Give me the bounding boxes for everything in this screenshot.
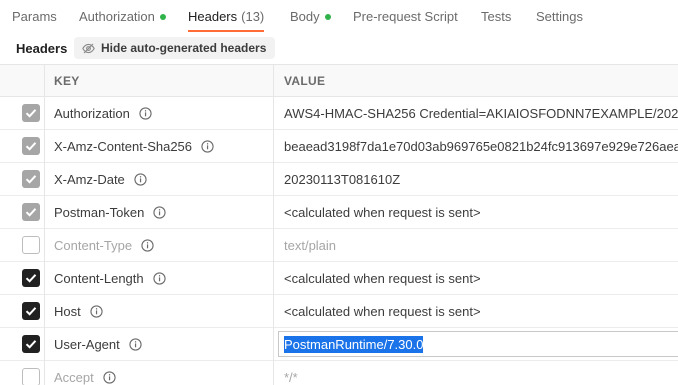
- header-key[interactable]: Host: [54, 295, 103, 327]
- info-icon[interactable]: [201, 139, 214, 153]
- checkmark-icon: [25, 274, 37, 283]
- row-checkbox[interactable]: [22, 269, 40, 287]
- info-icon[interactable]: [90, 304, 103, 318]
- status-dot-icon: [324, 13, 331, 20]
- column-divider[interactable]: [273, 64, 274, 385]
- column-divider: [44, 64, 45, 385]
- table-row: X-Amz-Content-Sha256 beaead3198f7da1e70d…: [0, 130, 678, 163]
- tab-label: Params: [12, 9, 57, 24]
- checkmark-icon: [25, 109, 37, 118]
- tab-authorization[interactable]: Authorization: [79, 0, 166, 33]
- tab-label: Settings: [536, 9, 583, 24]
- checkmark-icon: [25, 307, 37, 316]
- header-key-text: X-Amz-Date: [54, 171, 125, 187]
- tab-body[interactable]: Body: [290, 0, 331, 33]
- row-checkbox[interactable]: [22, 236, 40, 254]
- header-key-text: X-Amz-Content-Sha256: [54, 138, 193, 154]
- table-row: Content-Length <calculated when request …: [0, 262, 678, 295]
- header-key[interactable]: X-Amz-Content-Sha256: [54, 130, 214, 162]
- active-tab-indicator: [188, 30, 265, 32]
- header-value-input[interactable]: PostmanRuntime/7.30.0: [278, 331, 678, 357]
- info-icon[interactable]: [153, 205, 166, 219]
- table-row: Accept */*: [0, 361, 678, 385]
- tab-label: Headers: [188, 9, 238, 24]
- header-value[interactable]: AWS4-HMAC-SHA256 Credential=AKIAIOSFODNN…: [284, 97, 678, 129]
- header-key-text: Postman-Token: [54, 204, 145, 220]
- table-row: User-Agent PostmanRuntime/7.30.0: [0, 328, 678, 361]
- info-icon[interactable]: [129, 337, 142, 351]
- header-key[interactable]: User-Agent: [54, 328, 142, 360]
- header-key-text: Host: [54, 303, 81, 319]
- header-value[interactable]: <calculated when request is sent>: [284, 295, 678, 327]
- header-value[interactable]: beaead3198f7da1e70d03ab969765e0821b24fc9…: [284, 130, 678, 162]
- section-title: Headers: [16, 41, 68, 56]
- table-header-row: KEY VALUE: [0, 64, 678, 97]
- info-icon[interactable]: [152, 271, 166, 285]
- tab-pre-request-script[interactable]: Pre-request Script: [353, 0, 458, 33]
- row-checkbox[interactable]: [22, 203, 40, 221]
- header-key[interactable]: X-Amz-Date: [54, 163, 147, 195]
- row-checkbox[interactable]: [22, 104, 40, 122]
- header-key-text: Content-Length: [54, 270, 144, 286]
- checkmark-icon: [25, 175, 37, 184]
- status-dot-icon: [159, 13, 166, 20]
- header-key-text: Accept: [54, 369, 94, 385]
- header-value[interactable]: <calculated when request is sent>: [284, 196, 678, 228]
- checkmark-icon: [25, 142, 37, 151]
- value-column-header: VALUE: [284, 74, 326, 88]
- headers-table: KEY VALUE Authorization AWS4-HMAC-SHA256…: [0, 64, 678, 385]
- checkmark-icon: [25, 340, 37, 349]
- tab-tests[interactable]: Tests: [481, 0, 511, 33]
- header-key-text: Content-Type: [54, 237, 133, 253]
- tab-headers[interactable]: Headers (13): [188, 0, 265, 33]
- header-key[interactable]: Accept: [54, 361, 116, 385]
- selected-value-text[interactable]: PostmanRuntime/7.30.0: [284, 335, 424, 353]
- table-row: Host <calculated when request is sent>: [0, 295, 678, 328]
- hide-auto-generated-headers-button[interactable]: Hide auto-generated headers: [74, 37, 276, 59]
- header-value[interactable]: */*: [284, 361, 678, 385]
- row-checkbox[interactable]: [22, 137, 40, 155]
- header-value[interactable]: text/plain: [284, 229, 678, 261]
- tab-label: Pre-request Script: [353, 9, 458, 24]
- header-value[interactable]: 20230113T081610Z: [284, 163, 678, 195]
- tab-count: (13): [241, 9, 265, 24]
- header-key-text: Authorization: [54, 105, 130, 121]
- row-checkbox[interactable]: [22, 335, 40, 353]
- row-checkbox[interactable]: [22, 302, 40, 320]
- table-row: Content-Type text/plain: [0, 229, 678, 262]
- info-icon[interactable]: [139, 106, 152, 120]
- header-key[interactable]: Postman-Token: [54, 196, 166, 228]
- tab-settings[interactable]: Settings: [536, 0, 583, 33]
- info-icon[interactable]: [141, 238, 154, 252]
- header-key[interactable]: Content-Length: [54, 262, 166, 294]
- info-icon[interactable]: [103, 370, 116, 384]
- tab-label: Authorization: [79, 9, 155, 24]
- row-checkbox[interactable]: [22, 368, 40, 385]
- header-key[interactable]: Authorization: [54, 97, 152, 129]
- tab-params[interactable]: Params: [12, 0, 57, 33]
- request-tabs: Params Authorization Headers (13) Body P…: [0, 0, 678, 33]
- hide-button-label: Hide auto-generated headers: [101, 41, 267, 55]
- row-checkbox[interactable]: [22, 170, 40, 188]
- table-row: Postman-Token <calculated when request i…: [0, 196, 678, 229]
- table-row: X-Amz-Date 20230113T081610Z: [0, 163, 678, 196]
- header-key-text: User-Agent: [54, 336, 120, 352]
- eye-off-icon: [82, 43, 95, 53]
- checkmark-icon: [25, 208, 37, 217]
- tab-label: Tests: [481, 9, 512, 24]
- header-value[interactable]: <calculated when request is sent>: [284, 262, 678, 294]
- info-icon[interactable]: [134, 172, 147, 186]
- header-key[interactable]: Content-Type: [54, 229, 154, 261]
- tab-label: Body: [290, 9, 320, 24]
- table-row: Authorization AWS4-HMAC-SHA256 Credentia…: [0, 97, 678, 130]
- key-column-header: KEY: [54, 74, 80, 88]
